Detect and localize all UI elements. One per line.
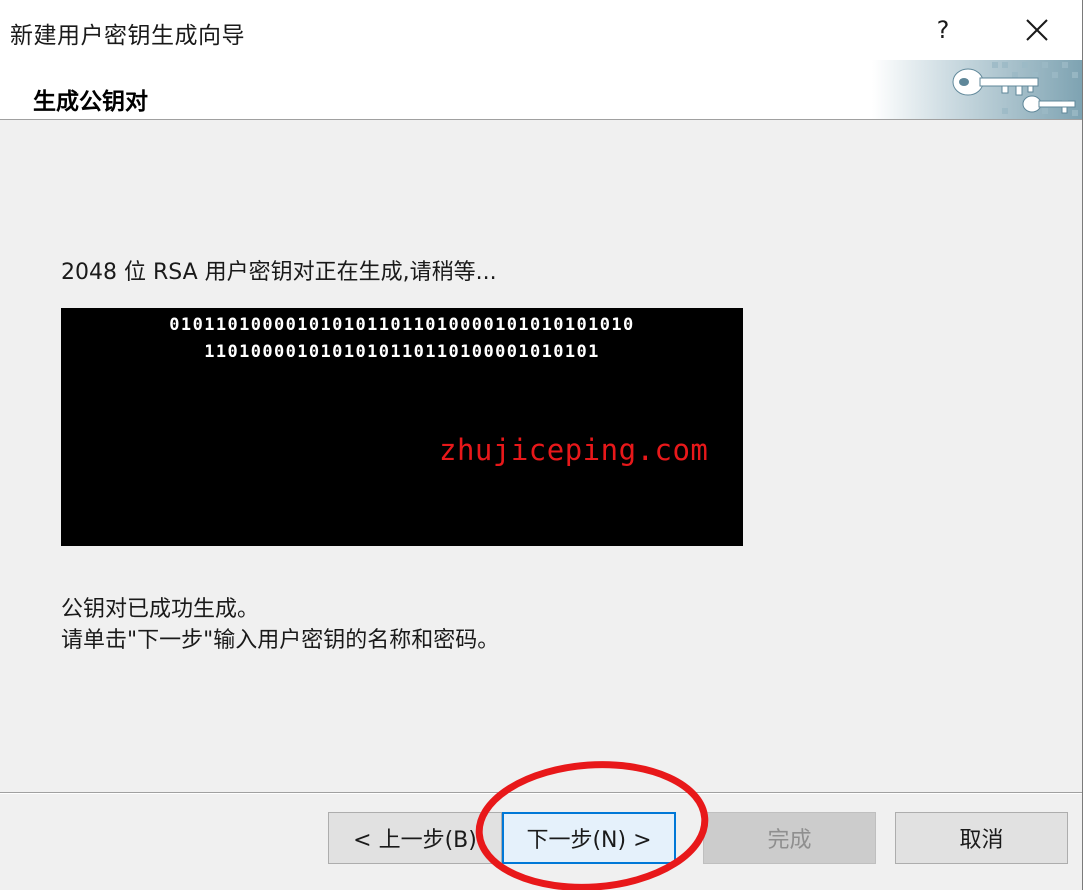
screen-edge	[1083, 0, 1089, 890]
window-title: 新建用户密钥生成向导	[10, 23, 245, 49]
watermark-text: zhujiceping.com	[439, 433, 709, 467]
help-icon: ?	[936, 16, 950, 44]
next-button[interactable]: 下一步(N) >	[502, 812, 676, 864]
page-title: 生成公钥对	[33, 89, 148, 115]
instruction-message: 请单击"下一步"输入用户密钥的名称和密码。	[61, 628, 500, 653]
title-bar: 新建用户密钥生成向导 ?	[0, 0, 1082, 60]
footer-separator	[0, 792, 1082, 794]
wizard-header: 生成公钥对	[0, 60, 1082, 120]
key-wizard-dialog: 新建用户密钥生成向导 ? 生成公钥对 2048 位 RSA 用户密钥对正在生成,…	[0, 0, 1083, 890]
random-bits-text: 0101101000010101011011010000101010101010…	[61, 312, 743, 366]
close-button[interactable]	[1009, 8, 1065, 52]
bits-line-1: 0101101000010101011011010000101010101010	[169, 315, 635, 335]
close-icon	[1026, 19, 1048, 41]
cancel-button[interactable]: 取消	[895, 812, 1068, 864]
back-button[interactable]: < 上一步(B)	[328, 812, 502, 864]
random-bits-panel: 0101101000010101011011010000101010101010…	[61, 308, 743, 546]
finish-button: 完成	[703, 812, 876, 864]
generation-status-text: 2048 位 RSA 用户密钥对正在生成,请稍等...	[61, 260, 497, 285]
bits-line-2: 1101000010101010110110100001010101	[204, 342, 600, 362]
keys-icon	[872, 60, 1082, 119]
success-message: 公钥对已成功生成。	[61, 597, 260, 622]
help-button[interactable]: ?	[917, 8, 969, 52]
